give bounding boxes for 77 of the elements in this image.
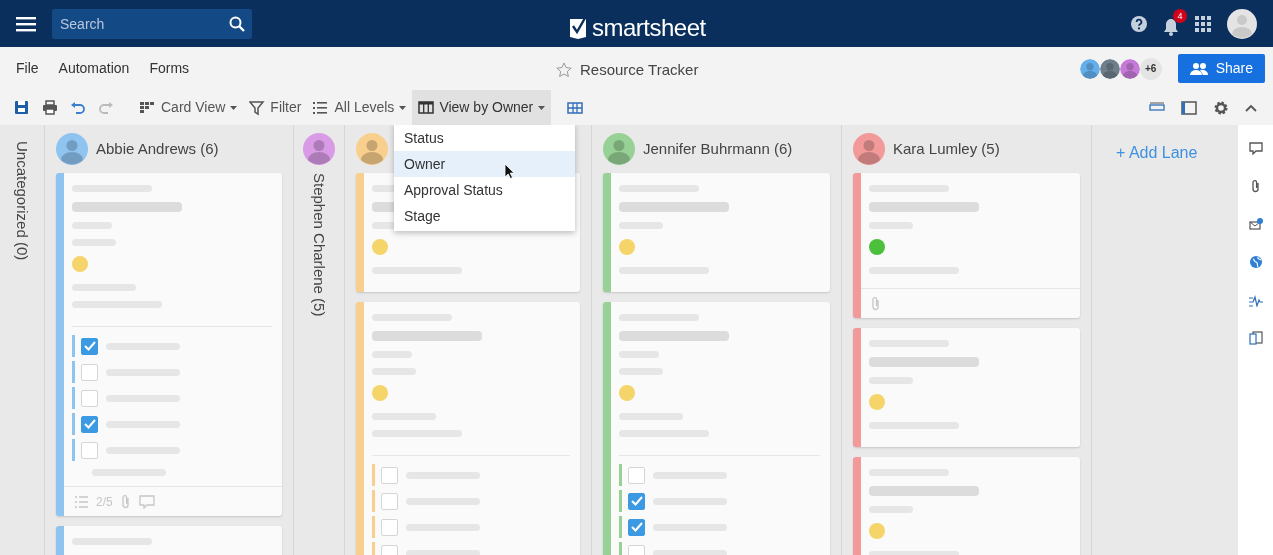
comment-icon[interactable]: [138, 494, 155, 509]
toolbar-button[interactable]: View by Owner: [412, 90, 552, 125]
checkbox[interactable]: [628, 518, 645, 536]
paperclip-icon[interactable]: [871, 296, 881, 311]
globe-icon[interactable]: [1248, 255, 1263, 269]
checkbox[interactable]: [628, 466, 645, 484]
proof-icon[interactable]: [1248, 331, 1263, 345]
menu-option[interactable]: Stage: [394, 203, 575, 229]
checkbox[interactable]: [381, 518, 398, 536]
owner-avatar: [853, 133, 885, 165]
collapse-icon[interactable]: [1245, 103, 1257, 112]
checkbox[interactable]: [81, 441, 98, 459]
mail-icon[interactable]: [1248, 217, 1263, 231]
checkbox[interactable]: [628, 492, 645, 510]
owner-avatar: [56, 133, 88, 165]
task-card[interactable]: [56, 526, 282, 555]
print-icon: [42, 99, 58, 116]
menu-item[interactable]: Forms: [141, 58, 198, 79]
menu-option[interactable]: Status: [394, 125, 575, 151]
menu-option[interactable]: Owner: [394, 151, 575, 177]
task-card[interactable]: [853, 328, 1080, 447]
checklist-icon: [74, 494, 88, 509]
checkbox[interactable]: [381, 466, 398, 484]
owner-avatar: [603, 133, 635, 165]
share-button[interactable]: Share: [1177, 54, 1265, 83]
logo-text: smartsheet: [592, 13, 706, 43]
apps-icon[interactable]: [1195, 15, 1211, 32]
menu-item[interactable]: Automation: [50, 58, 138, 79]
task-card[interactable]: [853, 457, 1080, 555]
table-icon: [567, 99, 584, 116]
lane-title[interactable]: Stephen Charlene (5): [307, 173, 331, 317]
lane-title[interactable]: Abbie Andrews (6): [96, 137, 219, 161]
paperclip-icon[interactable]: [120, 494, 131, 509]
collaborator-avatar[interactable]: [1099, 58, 1120, 79]
activity-icon[interactable]: [1248, 293, 1263, 307]
toolbar-button[interactable]: Card View: [134, 90, 244, 125]
checkbox[interactable]: [81, 337, 98, 355]
toolbar-button[interactable]: Filter: [243, 90, 308, 125]
people-icon: [1189, 61, 1208, 76]
settings-icon[interactable]: [1213, 99, 1229, 116]
notification-badge: 4: [1173, 8, 1187, 23]
task-card[interactable]: [603, 302, 830, 555]
checkbox[interactable]: [381, 492, 398, 510]
checkbox[interactable]: [81, 389, 98, 407]
toolbar-button[interactable]: All Levels: [307, 90, 413, 125]
more-collaborators[interactable]: +6: [1139, 57, 1162, 80]
sheet-title: Resource Tracker: [580, 60, 699, 80]
redo-icon: [98, 99, 114, 116]
panel-icon[interactable]: [1181, 99, 1197, 116]
bell-icon[interactable]: [1163, 18, 1179, 37]
task-card[interactable]: [853, 173, 1080, 318]
lane-title[interactable]: Kara Lumley (5): [893, 137, 1000, 161]
menu-option[interactable]: Approval Status: [394, 177, 575, 203]
comments-icon[interactable]: [1248, 141, 1263, 155]
save-icon: [14, 99, 30, 116]
filter-icon: [249, 99, 266, 116]
cards-icon: [140, 99, 156, 116]
search-icon[interactable]: [229, 15, 245, 32]
lane-title[interactable]: Uncategorized (0): [10, 141, 34, 261]
lane-title[interactable]: Jennifer Buhrmann (6): [643, 137, 793, 161]
menu-icon[interactable]: [16, 15, 36, 32]
star-icon[interactable]: [556, 62, 572, 79]
collaborator-avatar[interactable]: [1079, 58, 1100, 79]
list-icon: [313, 99, 330, 116]
collaborator-avatar[interactable]: [1119, 58, 1140, 79]
logo-icon: [570, 17, 588, 39]
cursor-icon: [504, 163, 514, 179]
columns-icon: [418, 99, 435, 116]
checkbox[interactable]: [81, 415, 98, 433]
owner-avatar: [356, 133, 388, 165]
avatar-icon[interactable]: [1227, 8, 1257, 39]
help-icon[interactable]: [1131, 15, 1147, 32]
task-card[interactable]: [603, 173, 830, 292]
undo-icon: [70, 99, 86, 116]
menu-item[interactable]: File: [8, 58, 47, 79]
search-field[interactable]: Search: [52, 8, 252, 39]
checkbox[interactable]: [81, 363, 98, 381]
